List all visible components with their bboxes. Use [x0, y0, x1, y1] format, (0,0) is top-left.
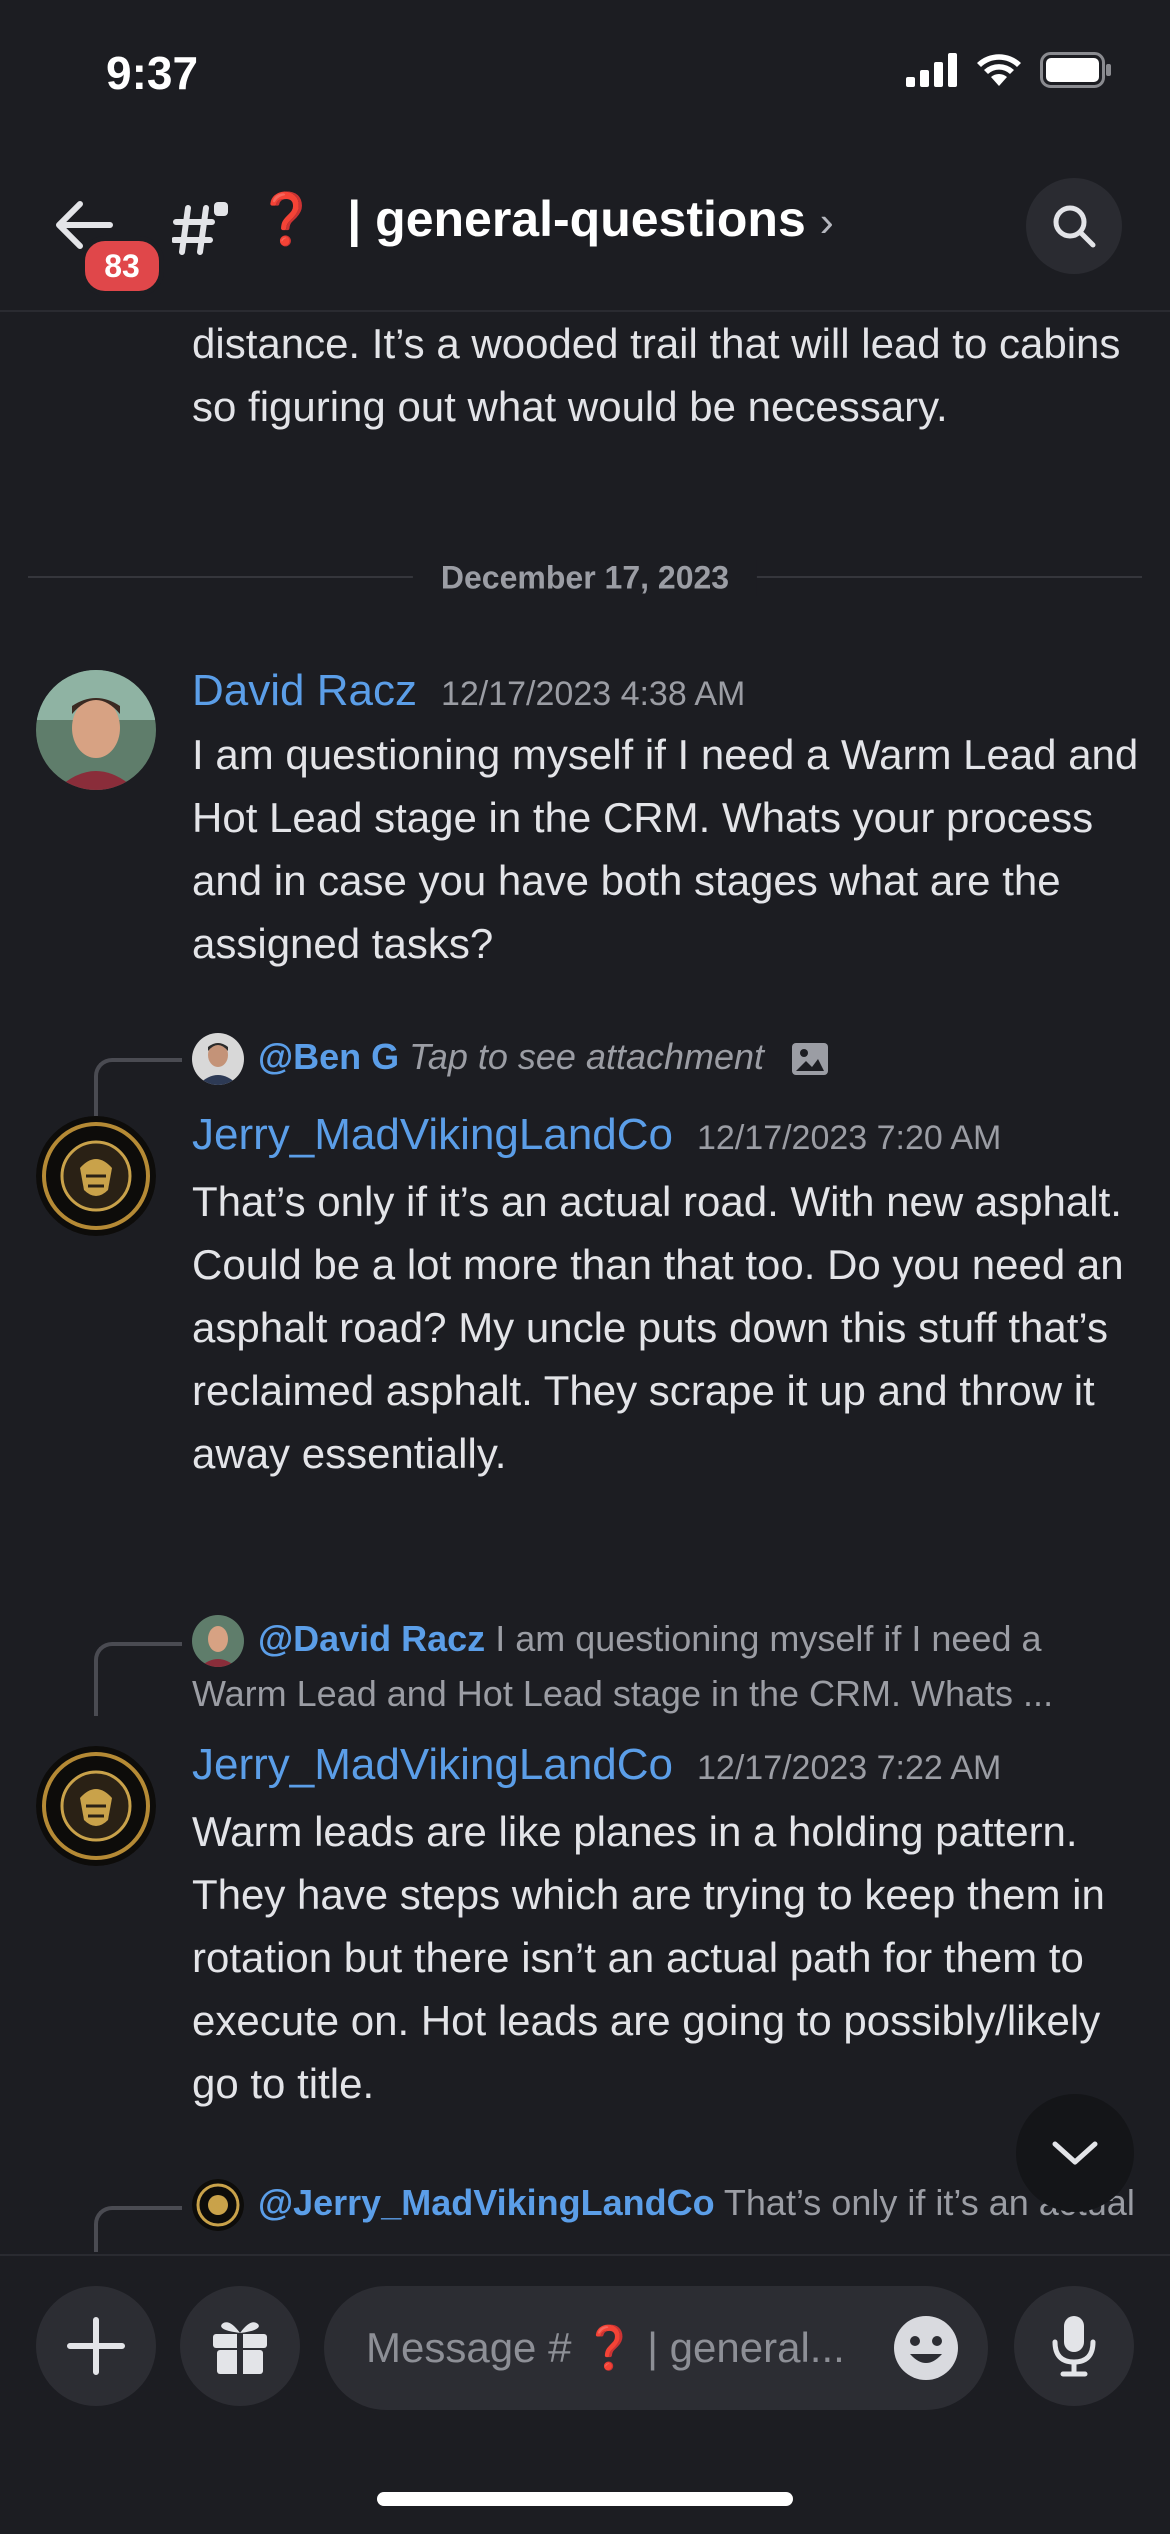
reply-preview-text: Tap to see attachment [409, 1036, 765, 1077]
reply-mention: @Jerry_MadVikingLandCo [258, 2182, 715, 2223]
home-indicator [377, 2492, 793, 2506]
message-text: distance. It’s a wooded trail that will … [192, 320, 1121, 430]
add-attachment-button[interactable] [36, 2286, 156, 2406]
plus-icon [67, 2317, 125, 2375]
channel-title[interactable]: ❓ | general-questions › [255, 190, 834, 249]
voice-message-button[interactable] [1014, 2286, 1134, 2406]
message-author-row: Jerry_MadVikingLandCo 12/17/2023 7:20 AM [192, 1110, 1001, 1160]
reply-mention: @Ben G [258, 1036, 400, 1077]
user-avatar-photo [36, 670, 156, 790]
message-author-row: Jerry_MadVikingLandCo 12/17/2023 7:22 AM [192, 1740, 1001, 1790]
reply-mention: @David Racz [258, 1618, 486, 1659]
status-icons [906, 52, 1112, 88]
reply-connector [94, 2206, 182, 2252]
message-list[interactable]: distance. It’s a wooded trail that will … [0, 312, 1170, 2252]
unread-badge: 83 [80, 236, 164, 296]
message-timestamp: 12/17/2023 4:38 AM [440, 675, 746, 713]
message-timestamp: 12/17/2023 7:20 AM [697, 1119, 1002, 1157]
message-text: That’s only if it’s an actual road. With… [192, 1178, 1124, 1477]
reply-preview[interactable]: @David Racz I am questioning myself if I… [192, 1612, 1142, 1720]
avatar[interactable] [36, 1746, 156, 1866]
chevron-right-icon: › [819, 198, 834, 245]
placeholder-emoji: ❓ [583, 2324, 636, 2371]
avatar[interactable] [36, 670, 156, 790]
reply-preview[interactable]: @Jerry_MadVikingLandCo That’s only if it… [192, 2176, 1142, 2252]
reply-avatar-photo [192, 1615, 244, 1668]
search-icon [1053, 205, 1096, 248]
logo-avatar [36, 1746, 156, 1866]
date-divider-label: December 17, 2023 [412, 559, 758, 597]
channel-hash-icon [172, 202, 228, 255]
message-author-row: David Racz 12/17/2023 4:38 AM [192, 666, 745, 716]
message-timestamp: 12/17/2023 7:22 AM [697, 1749, 1002, 1787]
message-text: Warm leads are like planes in a holding … [192, 1808, 1105, 2107]
reply-avatar-photo [192, 1033, 244, 1086]
mini-avatar [192, 1033, 244, 1086]
reply-avatar-logo [192, 2179, 244, 2232]
channel-header: 83 ❓ | general-questions › [0, 150, 1170, 312]
message-input[interactable]: Message # ❓ | general... [324, 2286, 988, 2410]
status-bar: 9:37 [0, 0, 1170, 150]
jump-to-latest-button[interactable] [1016, 2094, 1134, 2212]
placeholder-prefix: Message # [366, 2324, 584, 2371]
placeholder-suffix: | general... [635, 2324, 845, 2371]
avatar[interactable] [36, 1116, 156, 1236]
reply-connector [94, 1058, 182, 1116]
message-input-placeholder: Message # ❓ | general... [366, 2324, 845, 2373]
chevron-down-icon [1052, 2141, 1098, 2165]
mini-avatar [192, 2179, 244, 2232]
message-author[interactable]: Jerry_MadVikingLandCo [192, 1740, 673, 1789]
battery-icon [1040, 52, 1111, 88]
gift-icon [213, 2322, 267, 2374]
message-author[interactable]: Jerry_MadVikingLandCo [192, 1110, 673, 1159]
reply-connector [94, 1642, 182, 1716]
logo-avatar [36, 1116, 156, 1236]
emoji-icon[interactable] [892, 2314, 960, 2382]
date-divider: December 17, 2023 [28, 559, 1142, 597]
gift-button[interactable] [180, 2286, 300, 2406]
reply-preview[interactable]: @Ben G Tap to see attachment [192, 1030, 1142, 1086]
mini-avatar [192, 1615, 244, 1668]
message-author[interactable]: David Racz [192, 666, 417, 715]
channel-name: | general-questions [347, 191, 806, 247]
status-time: 9:37 [106, 47, 199, 99]
search-button[interactable] [1026, 178, 1122, 274]
image-attachment-icon [792, 1043, 829, 1076]
wifi-icon [977, 54, 1021, 86]
message-text: I am questioning myself if I need a Warm… [192, 731, 1139, 967]
channel-emoji: ❓ [255, 191, 318, 247]
microphone-icon [1052, 2316, 1096, 2377]
cellular-signal-icon [906, 53, 957, 87]
